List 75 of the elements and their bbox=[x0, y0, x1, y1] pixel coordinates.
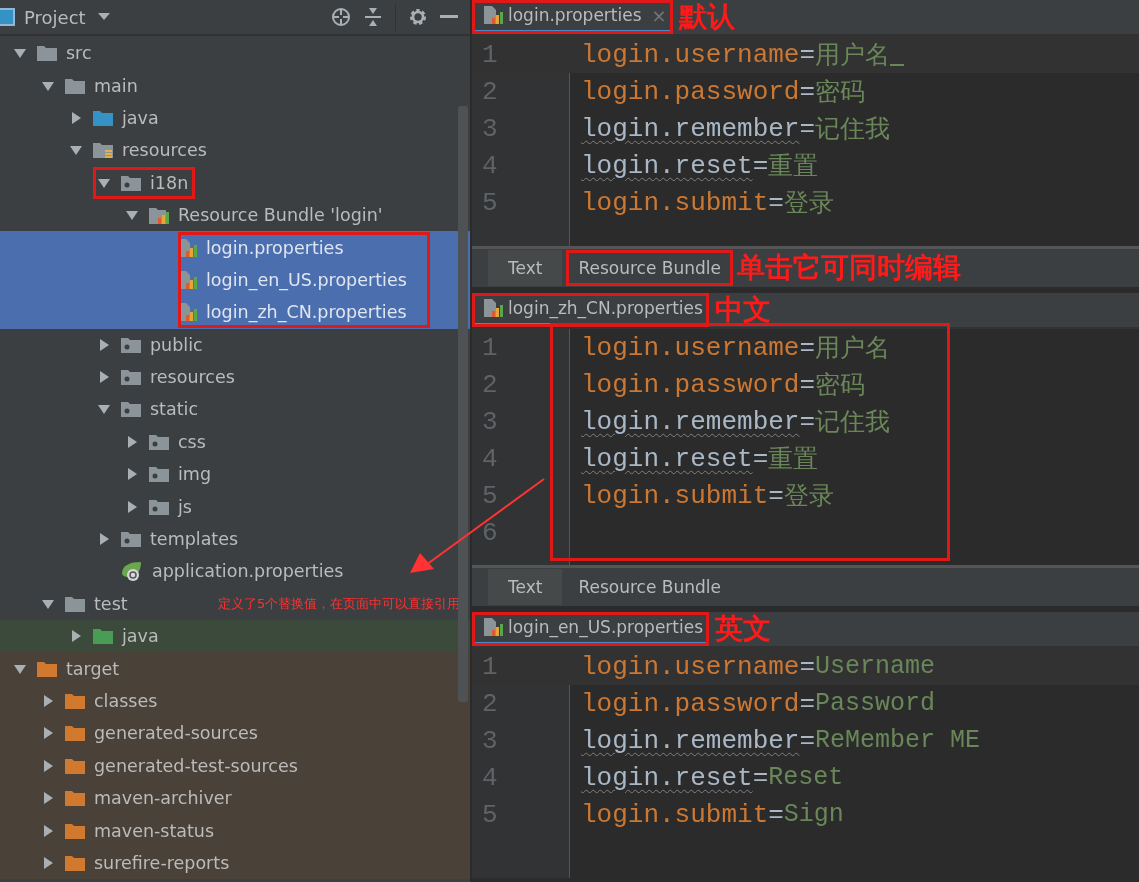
tree-item-label: resources bbox=[122, 140, 207, 161]
tree-item[interactable]: application.properties bbox=[0, 555, 470, 588]
tree-item[interactable]: maven-status bbox=[0, 814, 470, 847]
code-line: login.remember=ReMember ME bbox=[580, 725, 981, 756]
code-line: login.remember=记住我 bbox=[580, 112, 891, 145]
tree-item[interactable]: generated-sources bbox=[0, 717, 470, 750]
code-line: login.reset=重置 bbox=[580, 442, 819, 475]
tree-item-label: templates bbox=[150, 529, 239, 550]
code-line: login.username=用户名 bbox=[570, 38, 905, 71]
code-line: login.reset=Reset bbox=[580, 762, 844, 793]
tree-item[interactable]: templates bbox=[0, 522, 470, 556]
code-line: login.reset=重置 bbox=[580, 149, 819, 182]
tree-item[interactable]: maven-archiver bbox=[0, 782, 470, 815]
tree-item[interactable]: public bbox=[0, 328, 470, 361]
annotation-note: 英文 bbox=[715, 611, 772, 647]
tree-item-label: src bbox=[66, 43, 92, 64]
tree-item-label: maven-archiver bbox=[94, 788, 232, 809]
tree-item-label: application.properties bbox=[152, 561, 344, 582]
code-line: login.submit=Sign bbox=[580, 799, 844, 830]
tree-item-label: login_zh_CN.properties bbox=[206, 302, 407, 323]
tree-item[interactable]: classes bbox=[0, 684, 470, 718]
tree-item[interactable]: target bbox=[0, 652, 470, 685]
view-tab[interactable]: Resource Bundle bbox=[566, 250, 733, 286]
tree-item[interactable]: img bbox=[0, 458, 470, 491]
tree-item[interactable]: resources bbox=[0, 360, 470, 394]
code-line: login.username=Username bbox=[580, 651, 936, 682]
tree-item[interactable]: js bbox=[0, 490, 470, 523]
annotation-note: 中文 bbox=[714, 292, 771, 328]
tree-item-label: resources bbox=[150, 367, 235, 388]
tree-item-label: surefire-reports bbox=[94, 852, 230, 873]
tree-item-label: login.properties bbox=[206, 237, 344, 258]
tree-item[interactable]: src bbox=[0, 37, 470, 70]
tree-item-label: Resource Bundle 'login' bbox=[178, 205, 383, 226]
tree-item-label: java bbox=[122, 626, 159, 647]
tree-item-label: java bbox=[122, 107, 159, 128]
tree-item[interactable]: generated-test-sources bbox=[0, 749, 470, 782]
tree-item[interactable]: surefire-reports bbox=[0, 846, 470, 880]
code-line: login.password=密码 bbox=[580, 75, 866, 108]
tree-item-label: main bbox=[94, 75, 138, 96]
code-line: login.remember=记住我 bbox=[580, 405, 891, 438]
annotation-note: 默认 bbox=[678, 0, 735, 35]
tree-item[interactable]: resources bbox=[0, 134, 470, 167]
tree-item-label: img bbox=[178, 464, 212, 485]
code-line: login.username=用户名 bbox=[580, 331, 891, 364]
view-tab[interactable]: Resource Bundle bbox=[566, 569, 733, 605]
tree-item-label: public bbox=[150, 334, 203, 355]
tree-item[interactable]: java bbox=[0, 101, 470, 135]
tree-item-label: test bbox=[94, 593, 128, 614]
tree-item[interactable]: login_en_US.properties bbox=[0, 263, 470, 297]
tree-item-label: js bbox=[178, 496, 192, 517]
code-line: login.password=密码 bbox=[580, 368, 866, 401]
tree-item[interactable]: i18n bbox=[0, 166, 470, 199]
code-line: login.password=Password bbox=[580, 688, 936, 719]
panel-title[interactable]: Project bbox=[24, 6, 86, 28]
tree-item-label: generated-test-sources bbox=[94, 755, 298, 776]
tree-item[interactable]: css bbox=[0, 425, 470, 459]
tree-item-label: static bbox=[150, 399, 199, 420]
code-line: login.submit=登录 bbox=[580, 479, 834, 512]
tree-item[interactable]: Resource Bundle 'login' bbox=[0, 198, 470, 232]
code-line: login.submit=登录 bbox=[580, 186, 834, 219]
tree-item[interactable]: static bbox=[0, 393, 470, 426]
tree-item[interactable]: main bbox=[0, 69, 470, 102]
tree-item-label: login_en_US.properties bbox=[206, 269, 407, 290]
view-tab[interactable]: Text bbox=[488, 250, 563, 286]
tree-item-label: generated-sources bbox=[94, 723, 258, 744]
tree-item[interactable]: login.properties bbox=[0, 231, 470, 264]
tree-item[interactable]: login_zh_CN.properties bbox=[0, 296, 470, 329]
view-tab[interactable]: Text bbox=[488, 569, 563, 605]
tree-item-label: i18n bbox=[150, 172, 189, 193]
tree-item[interactable]: java bbox=[0, 620, 470, 653]
tree-item-label: maven-status bbox=[94, 820, 215, 841]
tree-item-label: css bbox=[178, 431, 206, 452]
annotation-note: 单击它可同时编辑 bbox=[736, 250, 961, 286]
tree-item-label: classes bbox=[94, 691, 158, 711]
tree-item-label: target bbox=[66, 658, 120, 679]
